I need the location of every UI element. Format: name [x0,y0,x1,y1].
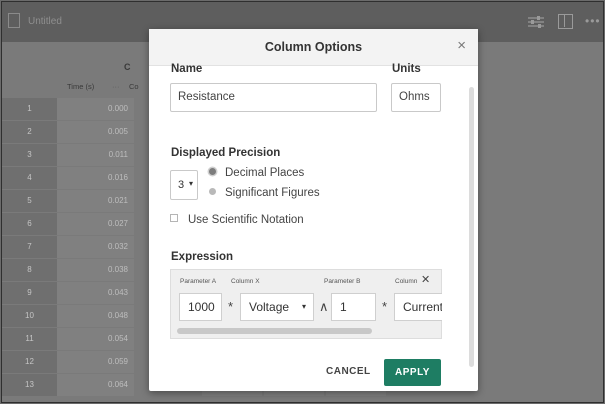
column-x-label: Column X [231,278,260,285]
units-label: Units [392,63,421,75]
name-label: Name [171,63,203,75]
row-number: 11 [2,328,57,350]
time-cell[interactable]: 0.005 [57,121,134,143]
radio-decimal-label: Decimal Places [225,167,305,179]
scientific-notation-checkbox[interactable] [170,214,178,222]
row-number: 5 [2,190,57,212]
row-number: 4 [2,167,57,189]
precision-label: Displayed Precision [171,147,281,159]
time-cell[interactable]: 0.032 [57,236,134,258]
app-window: Untitled ••• C Time (s) ··· Co 1 0.000 2 0.… [1,1,604,403]
dialog-header: Column Options × [149,29,478,66]
row-number: 7 [2,236,57,258]
dialog-scrollbar[interactable] [469,87,474,367]
scientific-notation-label: Use Scientific Notation [188,214,304,226]
units-input[interactable]: Ohms [391,83,441,112]
file-icon[interactable] [8,13,20,28]
chevron-down-icon: ▾ [189,179,194,188]
time-column-header: Time (s) [67,82,95,91]
cancel-button[interactable]: CANCEL [326,366,371,377]
time-cell[interactable]: 0.043 [57,282,134,304]
row-number: 3 [2,144,57,166]
time-cell[interactable]: 0.038 [57,259,134,281]
time-cell[interactable]: 0.011 [57,144,134,166]
app-title: Untitled [28,16,62,27]
precision-select[interactable]: 3 ▾ [170,170,198,200]
expression-scrollbar[interactable] [177,328,372,334]
column-menu-icon[interactable]: ··· [112,82,120,91]
param-a-label: Parameter A [180,278,217,285]
column-y-select[interactable]: Current [394,293,442,321]
column-x-value: Voltage [249,300,290,314]
precision-value: 3 [178,179,185,191]
apply-button[interactable]: APPLY [384,359,441,386]
row-number: 9 [2,282,57,304]
radio-significant-label: Significant Figures [225,187,320,199]
time-cell[interactable]: 0.048 [57,305,134,327]
more-icon[interactable]: ••• [585,14,601,28]
sliders-icon[interactable] [528,15,544,29]
layout-icon[interactable] [558,14,573,29]
radio-significant-figures[interactable]: Significant Figures [209,187,320,199]
column-y-label: Column [395,278,418,285]
row-number: 10 [2,305,57,327]
param-b-input[interactable]: 1 [331,293,376,321]
expression-label: Expression [171,251,233,263]
row-number: 13 [2,374,57,396]
operator-power: ∧ [319,299,329,314]
radio-button-selected[interactable] [209,168,216,175]
operator-multiply: * [228,299,234,314]
row-number: 1 [2,98,57,120]
row-number: 12 [2,351,57,373]
name-input[interactable]: Resistance [170,83,377,112]
expression-editor: Parameter A Column X Parameter B Column … [170,269,442,339]
row-number: 2 [2,121,57,143]
param-a-input[interactable]: 1000 [179,293,222,321]
time-cell[interactable]: 0.059 [57,351,134,373]
time-cell[interactable]: 0.054 [57,328,134,350]
row-number: 8 [2,259,57,281]
row-number: 6 [2,213,57,235]
remove-column-icon[interactable]: ✕ [421,273,430,286]
column-options-dialog: Column Options × Name Units Resistance O… [149,29,478,391]
column-header-partial: Co [129,82,139,91]
table-group-header: C [124,62,131,72]
chevron-down-icon: ▾ [301,302,306,311]
param-b-label: Parameter B [324,278,361,285]
time-cell[interactable]: 0.027 [57,213,134,235]
time-cell[interactable]: 0.064 [57,374,134,396]
radio-button[interactable] [209,188,216,195]
close-icon[interactable]: × [457,38,466,53]
time-cell[interactable]: 0.000 [57,98,134,120]
scientific-notation-option[interactable]: Use Scientific Notation [170,214,304,226]
column-x-select[interactable]: Voltage ▾ [240,293,314,321]
operator-multiply-2: * [382,299,388,314]
radio-decimal-places[interactable]: Decimal Places [209,167,304,179]
time-cell[interactable]: 0.016 [57,167,134,189]
time-cell[interactable]: 0.021 [57,190,134,212]
dialog-title: Column Options [264,40,363,54]
